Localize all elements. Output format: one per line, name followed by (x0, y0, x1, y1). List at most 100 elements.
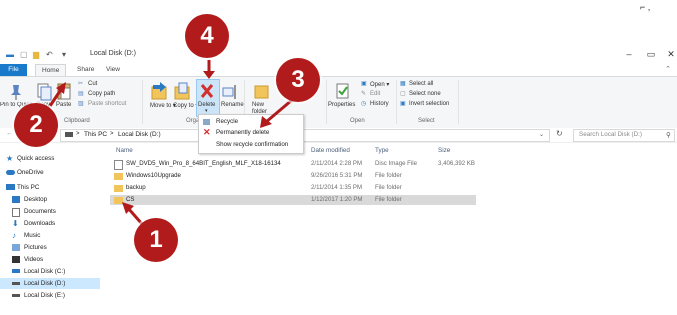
disc-image-icon (114, 160, 123, 170)
nav-label: Videos (24, 256, 44, 263)
nav-item-onedrive[interactable]: OneDrive (0, 167, 110, 178)
menu-item-show-recycle-confirmation[interactable]: Show recycle confirmation (199, 140, 303, 150)
invert-selection-icon[interactable]: ▣ (400, 100, 406, 107)
file-type: Disc Image File (375, 160, 417, 167)
nav-item-quick-access[interactable]: ★ Quick access (0, 153, 110, 164)
ribbon: Pin to Quick access Copy Paste ✂ Cut ▤ C… (0, 76, 677, 130)
file-name: backup (126, 184, 146, 191)
nav-item-documents[interactable]: Documents (0, 206, 110, 217)
refresh-icon[interactable]: ↻ (556, 129, 563, 138)
videos-icon (12, 256, 20, 263)
cut-icon[interactable]: ✂ (78, 80, 83, 87)
history-button[interactable]: History (370, 101, 389, 107)
nav-item-local-disk-c[interactable]: Local Disk (C:) (0, 266, 110, 277)
nav-item-local-disk-d[interactable]: Local Disk (D:) (0, 278, 100, 289)
nav-item-videos[interactable]: Videos (0, 254, 110, 265)
file-type: File folder (375, 196, 402, 203)
open-group-label: Open (350, 118, 365, 124)
back-icon[interactable]: ← (6, 130, 13, 137)
expand-ribbon-icon[interactable]: ⌃ (665, 65, 671, 73)
nav-label: Documents (24, 208, 56, 215)
paste-shortcut-icon[interactable]: ▨ (78, 100, 84, 107)
drive-icon (12, 282, 20, 285)
download-icon: ⬇ (12, 219, 19, 228)
divider (142, 80, 143, 124)
invert-selection-button[interactable]: Invert selection (409, 101, 449, 107)
copy-to-icon[interactable] (173, 81, 191, 101)
computer-icon (6, 184, 15, 190)
properties-icon[interactable] (335, 82, 351, 100)
column-header-size[interactable]: Size (438, 147, 450, 154)
file-date: 2/11/2014 2:28 PM (311, 160, 363, 167)
recycle-bin-icon (203, 119, 210, 125)
nav-label: Quick access (17, 155, 55, 162)
copy-path-icon[interactable]: ▤ (78, 90, 84, 97)
breadcrumb-local-disk-d[interactable]: Local Disk (D:) (118, 131, 161, 138)
delete-x-icon: ✕ (203, 127, 211, 137)
move-to-icon[interactable] (150, 81, 168, 101)
search-icon[interactable]: ⚲ (666, 131, 671, 139)
properties-label[interactable]: Properties (328, 102, 355, 108)
column-header-date[interactable]: Date modified (311, 147, 350, 154)
nav-label: Local Disk (E:) (24, 292, 65, 299)
pin-icon[interactable] (9, 83, 23, 101)
select-none-icon[interactable]: ▢ (400, 90, 406, 97)
maximize-button[interactable]: ▭ (644, 48, 658, 60)
tab-view[interactable]: View (100, 64, 126, 76)
tab-file[interactable]: File (0, 64, 27, 76)
history-icon[interactable]: ◷ (361, 100, 366, 107)
edit-icon[interactable]: ✎ (361, 90, 366, 97)
nav-item-downloads[interactable]: ⬇ Downloads (0, 218, 110, 229)
nav-item-this-pc[interactable]: This PC (0, 182, 110, 193)
corner-mark: ⌐ , (640, 2, 651, 12)
address-field[interactable]: > This PC > Local Disk (D:) ⌄ (60, 129, 550, 142)
close-button[interactable]: ✕ (664, 48, 677, 60)
column-header-name[interactable]: Name (116, 147, 133, 154)
select-all-icon[interactable]: ▦ (400, 80, 406, 87)
copy-to-label[interactable]: Copy to ▾ (173, 102, 198, 109)
address-dropdown-icon[interactable]: ⌄ (539, 131, 544, 138)
cut-button[interactable]: Cut (88, 81, 97, 87)
nav-item-desktop[interactable]: Desktop (0, 194, 110, 205)
breadcrumb-this-pc[interactable]: This PC (84, 131, 107, 138)
undo-icon[interactable]: ↶ (46, 50, 53, 59)
new-folder-quick-icon[interactable]: ▆ (33, 50, 39, 59)
search-input[interactable]: Search Local Disk (D:) ⚲ (573, 129, 675, 142)
nav-item-music[interactable]: ♪ Music (0, 230, 110, 241)
delete-icon[interactable] (199, 82, 215, 100)
select-all-button[interactable]: Select all (409, 81, 433, 87)
paste-shortcut-button[interactable]: Paste shortcut (88, 101, 126, 107)
nav-item-local-disk-e[interactable]: Local Disk (E:) (0, 290, 110, 301)
desktop-icon (12, 196, 20, 203)
properties-quick-icon[interactable]: ▢ (20, 50, 28, 59)
file-row[interactable]: backup 2/11/2014 1:35 PM File folder (110, 183, 476, 193)
tab-share[interactable]: Share (71, 64, 100, 76)
window-title: Local Disk (D:) (90, 50, 136, 57)
rename-label[interactable]: Rename (221, 102, 244, 108)
rename-icon[interactable] (222, 83, 238, 101)
open-button[interactable]: Open ▾ (370, 81, 389, 88)
divider (326, 80, 327, 124)
copy-path-button[interactable]: Copy path (88, 91, 115, 97)
edit-button[interactable]: Edit (370, 91, 380, 97)
document-icon (12, 208, 20, 217)
address-bar: ← → ↑ > This PC > Local Disk (D:) ⌄ ↻ Se… (0, 128, 677, 143)
divider (458, 80, 459, 124)
cloud-icon (6, 170, 15, 175)
file-row[interactable]: SW_DVD5_Win_Pro_8_64BIT_English_MLF_X18-… (110, 159, 476, 170)
file-date: 2/11/2014 1:35 PM (311, 184, 363, 191)
select-none-button[interactable]: Select none (409, 91, 441, 97)
open-icon[interactable]: ▣ (361, 80, 367, 87)
select-group-label: Select (418, 118, 435, 124)
pictures-icon (12, 244, 20, 251)
nav-item-pictures[interactable]: Pictures (0, 242, 110, 253)
nav-label: Local Disk (C:) (24, 268, 66, 275)
customize-dropdown-icon[interactable]: ▾ (62, 50, 66, 59)
file-row[interactable]: Windows10Upgrade 9/26/2016 5:31 PM File … (110, 171, 476, 181)
file-row-selected[interactable]: CS 1/12/2017 1:20 PM File folder (110, 195, 476, 205)
callout-arrow-3 (260, 98, 293, 128)
column-header-type[interactable]: Type (375, 147, 389, 154)
minimize-button[interactable]: – (622, 48, 636, 60)
windows-drive-icon (12, 269, 20, 273)
file-size: 3,406,392 KB (438, 160, 475, 167)
